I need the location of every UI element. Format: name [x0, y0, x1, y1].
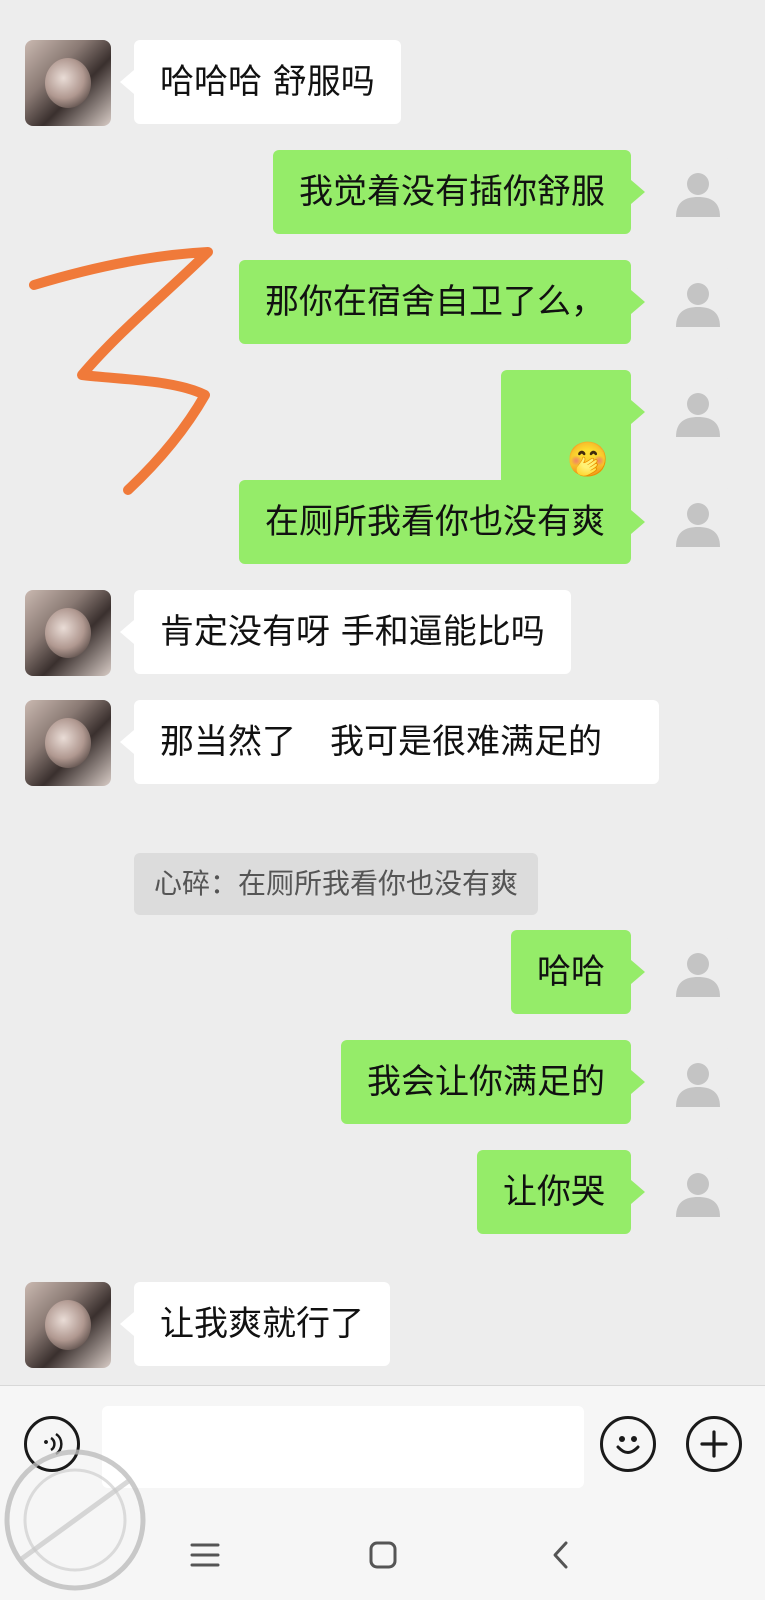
my-avatar[interactable] — [663, 268, 733, 338]
contact-avatar[interactable] — [25, 700, 111, 786]
home-button[interactable] — [358, 1530, 408, 1580]
system-nav-bar — [0, 1505, 765, 1600]
my-avatar[interactable] — [663, 1048, 733, 1118]
plus-icon — [700, 1430, 728, 1458]
message-input[interactable] — [102, 1406, 584, 1488]
message-bubble-outgoing[interactable]: 我会让你满足的 — [341, 1040, 645, 1124]
contact-avatar[interactable] — [25, 1282, 111, 1368]
chat-area[interactable]: 哈哈哈 舒服吗 我觉着没有插你舒服 那你在宿舍自卫了么， 🤭 在厕所我看你也没有… — [0, 0, 765, 1385]
input-bar — [0, 1385, 765, 1506]
recents-button[interactable] — [180, 1530, 230, 1580]
message-bubble-incoming[interactable]: 那当然了 我可是很难满足的 — [120, 700, 659, 784]
quoted-message[interactable]: 心碎：在厕所我看你也没有爽 — [134, 853, 539, 915]
default-user-icon — [676, 1173, 720, 1217]
my-avatar[interactable] — [663, 1158, 733, 1228]
message-bubble-outgoing[interactable]: 让你哭 — [477, 1150, 645, 1234]
default-user-icon — [676, 283, 720, 327]
voice-button[interactable] — [24, 1416, 80, 1472]
emoji-hand-over-mouth: 🤭 — [566, 440, 609, 480]
message-bubble-incoming[interactable]: 哈哈哈 舒服吗 — [120, 40, 401, 124]
default-user-icon — [676, 1063, 720, 1107]
default-user-icon — [676, 503, 720, 547]
message-bubble-incoming[interactable]: 让我爽就行了 — [120, 1282, 390, 1366]
contact-avatar[interactable] — [25, 590, 111, 676]
my-avatar[interactable] — [663, 488, 733, 558]
default-user-icon — [676, 953, 720, 997]
default-user-icon — [676, 393, 720, 437]
message-bubble-outgoing[interactable]: 哈哈 — [511, 930, 645, 1014]
emoji-icon — [616, 1436, 640, 1454]
back-icon — [553, 1541, 568, 1569]
my-avatar[interactable] — [663, 158, 733, 228]
default-user-icon — [676, 173, 720, 217]
message-bubble-outgoing[interactable]: 我觉着没有插你舒服 — [273, 150, 645, 234]
plus-button[interactable] — [686, 1416, 742, 1472]
home-icon — [369, 1541, 397, 1569]
message-bubble-outgoing[interactable]: 那你在宿舍自卫了么， — [239, 260, 645, 344]
emoji-button[interactable] — [600, 1416, 656, 1472]
message-bubble-incoming[interactable]: 肯定没有呀 手和逼能比吗 — [120, 590, 571, 674]
contact-avatar[interactable] — [25, 40, 111, 126]
menu-icon — [190, 1543, 220, 1567]
back-button[interactable] — [536, 1530, 586, 1580]
my-avatar[interactable] — [663, 378, 733, 448]
my-avatar[interactable] — [663, 938, 733, 1008]
voice-icon — [44, 1432, 63, 1456]
message-bubble-outgoing[interactable]: 在厕所我看你也没有爽 — [239, 480, 645, 564]
